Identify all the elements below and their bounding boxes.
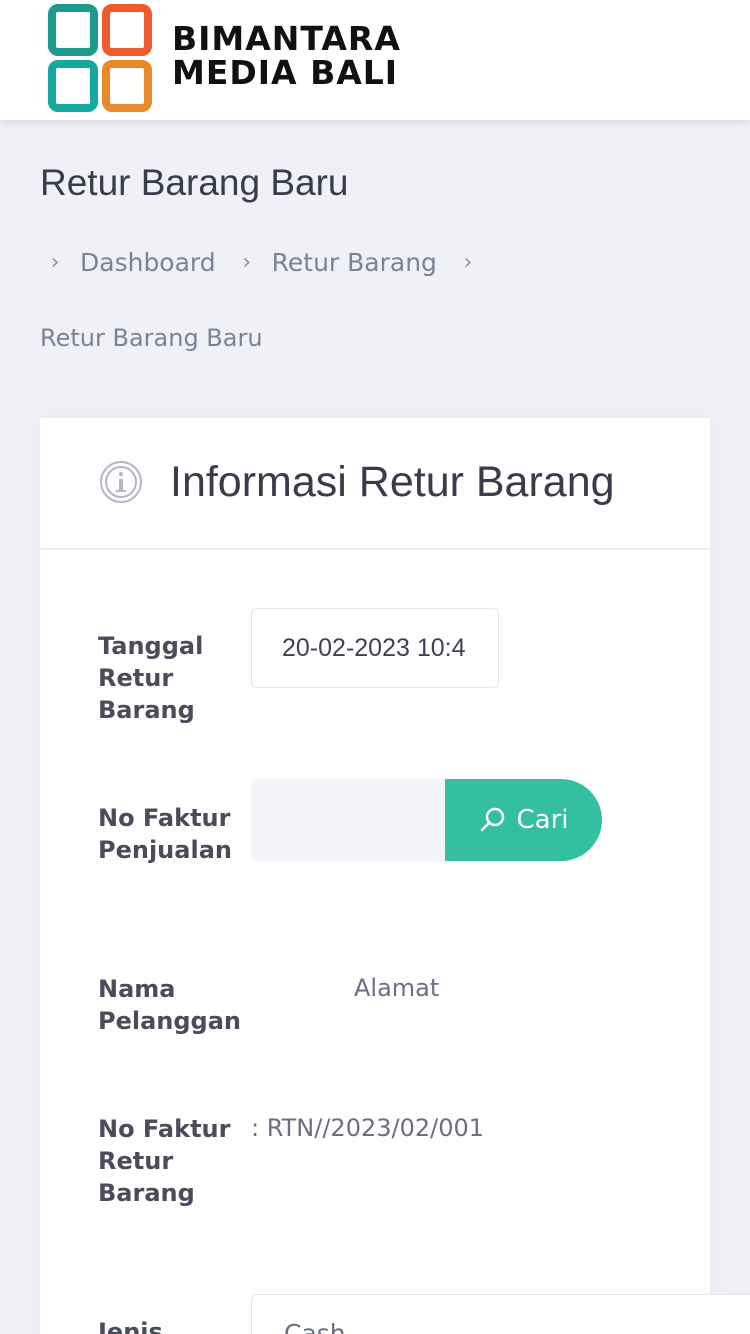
info-circle-icon xyxy=(100,461,142,503)
brand-name: BIMANTARA MEDIA BALI xyxy=(172,22,401,90)
chevron-right-icon: › xyxy=(463,250,473,275)
top-bar: BIMANTARA MEDIA BALI xyxy=(0,0,750,120)
faktur-penjualan-input[interactable] xyxy=(251,779,449,861)
cari-button-label: Cari xyxy=(516,805,569,835)
tanggal-retur-input[interactable] xyxy=(251,608,499,688)
faktur-retur-value: : RTN//2023/02/001 xyxy=(251,1114,485,1142)
breadcrumb-retur-barang[interactable]: Retur Barang xyxy=(272,248,437,277)
jenis-select[interactable]: Cash xyxy=(251,1294,750,1334)
cari-button[interactable]: Cari xyxy=(445,779,602,861)
chevron-right-icon: › xyxy=(50,250,60,275)
alamat-label: Alamat xyxy=(354,974,440,1002)
brand-line-1: BIMANTARA xyxy=(172,19,401,58)
page-title: Retur Barang Baru xyxy=(40,162,349,203)
breadcrumb-current: Retur Barang Baru xyxy=(40,324,263,352)
card-title: Informasi Retur Barang xyxy=(170,458,615,506)
brand-line-2: MEDIA BALI xyxy=(172,53,399,92)
brand-logo-icon xyxy=(48,4,152,112)
faktur-penjualan-label: No Faktur Penjualan xyxy=(98,804,232,864)
faktur-retur-label: No Faktur Retur Barang xyxy=(98,1115,231,1207)
nama-pelanggan-label: Nama Pelanggan xyxy=(98,975,242,1035)
card-header: Informasi Retur Barang xyxy=(40,418,710,550)
chevron-right-icon: › xyxy=(242,250,252,275)
search-icon xyxy=(480,807,504,832)
jenis-label: Jenis xyxy=(98,1318,163,1334)
tanggal-label: Tanggal Retur Barang xyxy=(98,632,204,724)
breadcrumb-dashboard[interactable]: Dashboard xyxy=(80,248,216,277)
breadcrumb: › Dashboard › Retur Barang › xyxy=(40,248,493,277)
retur-info-card: Informasi Retur Barang Tanggal Retur Bar… xyxy=(40,418,750,1334)
